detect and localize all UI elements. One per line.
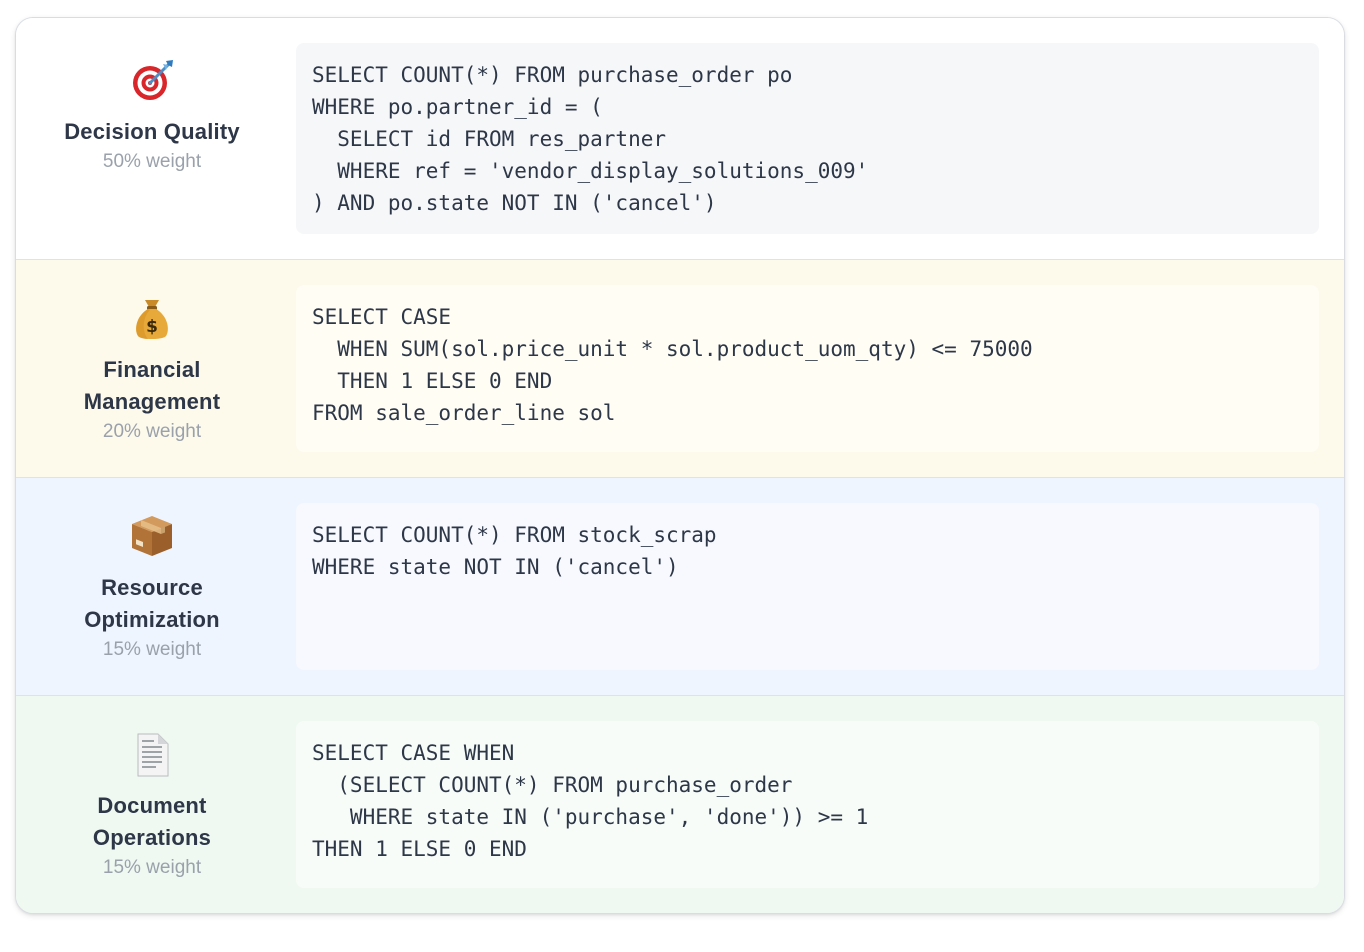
metric-name-line: Management: [83, 389, 221, 414]
sql-line: THEN 1 ELSE 0 END: [312, 369, 553, 393]
sql-query-block: SELECT COUNT(*) FROM purchase_order po WH…: [296, 43, 1319, 234]
metric-row-financial-management: $ Financial Management 20% weight SELECT…: [16, 260, 1344, 478]
sql-query: SELECT COUNT(*) FROM stock_scrap WHERE st…: [312, 519, 1303, 583]
metric-weight: 20% weight: [102, 421, 202, 442]
sql-line: SELECT id FROM res_partner: [312, 127, 667, 151]
metric-row-document-operations: Document Operations 15% weight SELECT CA…: [16, 696, 1344, 913]
sql-line: WHERE ref = 'vendor_display_solutions_00…: [312, 159, 869, 183]
metric-row-resource-optimization: Resource Optimization 15% weight SELECT …: [16, 478, 1344, 696]
document-icon: [137, 733, 169, 777]
metric-label: $ Financial Management 20% weight: [16, 294, 288, 444]
sql-line: SELECT COUNT(*) FROM stock_scrap: [312, 523, 717, 547]
sql-line: ) AND po.state NOT IN ('cancel'): [312, 191, 717, 215]
sql-query-block: SELECT CASE WHEN (SELECT COUNT(*) FROM p…: [296, 721, 1319, 888]
sql-line: WHERE state NOT IN ('cancel'): [312, 555, 679, 579]
sql-line: FROM sale_order_line sol: [312, 401, 616, 425]
sql-line: SELECT CASE: [312, 305, 452, 329]
metric-label: Resource Optimization 15% weight: [16, 512, 288, 662]
metric-row-decision-quality: Decision Quality 50% weight SELECT COUNT…: [16, 18, 1344, 260]
sql-query-block: SELECT CASE WHEN SUM(sol.price_unit * so…: [296, 285, 1319, 452]
metric-name: Resource Optimization: [16, 572, 288, 636]
sql-line: WHEN SUM(sol.price_unit * sol.product_uo…: [312, 337, 1033, 361]
svg-text:$: $: [146, 317, 158, 337]
sql-query: SELECT CASE WHEN (SELECT COUNT(*) FROM p…: [312, 737, 1303, 865]
metric-name: Financial Management: [16, 354, 288, 418]
metric-weight: 15% weight: [102, 857, 202, 878]
sql-line: (SELECT COUNT(*) FROM purchase_order: [312, 773, 793, 797]
sql-line: SELECT CASE WHEN: [312, 741, 515, 765]
metric-weight: 50% weight: [102, 151, 202, 172]
metric-name: Decision Quality: [16, 116, 288, 148]
metric-name-line: Resource: [101, 575, 203, 600]
evaluation-metrics-card: Decision Quality 50% weight SELECT COUNT…: [15, 17, 1345, 914]
package-icon: [132, 516, 172, 556]
metric-name-line: Operations: [92, 825, 212, 850]
metric-name: Document Operations: [16, 790, 288, 854]
metric-name-line: Decision Quality: [64, 119, 240, 144]
money-bag-icon: $: [136, 300, 168, 339]
sql-line: SELECT COUNT(*) FROM purchase_order po: [312, 63, 793, 87]
sql-line: THEN 1 ELSE 0 END: [312, 837, 527, 861]
metric-weight: 15% weight: [102, 639, 202, 660]
sql-line: WHERE po.partner_id = (: [312, 95, 603, 119]
metric-name-line: Optimization: [84, 607, 220, 632]
metric-name-line: Document: [97, 793, 207, 818]
metric-label: Document Operations 15% weight: [16, 730, 288, 880]
metric-name-line: Financial: [103, 357, 201, 382]
sql-query-block: SELECT COUNT(*) FROM stock_scrap WHERE st…: [296, 503, 1319, 670]
sql-query: SELECT COUNT(*) FROM purchase_order po WH…: [312, 59, 1303, 219]
sql-query: SELECT CASE WHEN SUM(sol.price_unit * so…: [312, 301, 1303, 429]
metric-label: Decision Quality 50% weight: [16, 56, 288, 174]
target-icon: [133, 60, 173, 100]
sql-line: WHERE state IN ('purchase', 'done')) >= …: [312, 805, 869, 829]
